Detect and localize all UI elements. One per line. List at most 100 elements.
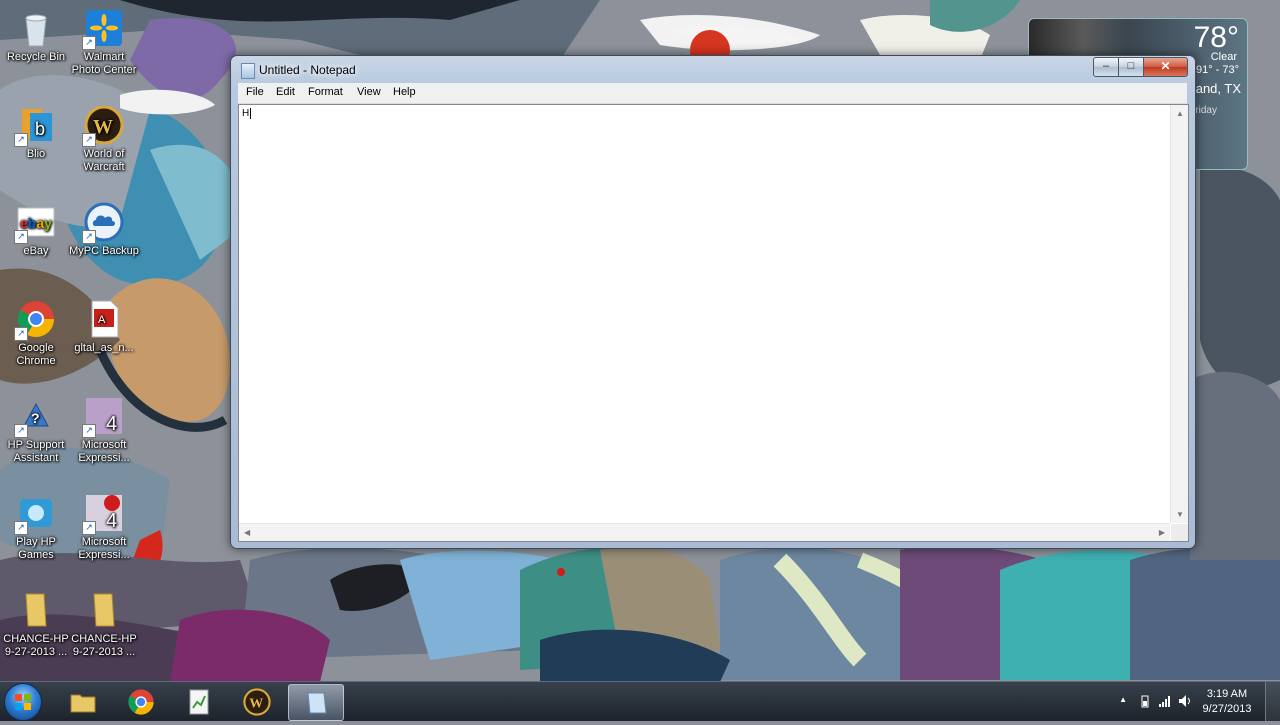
desktop-icon-google-chrome[interactable]: ↗ Google Chrome — [0, 295, 72, 368]
folder-icon — [16, 590, 56, 630]
desktop-icon-label: Recycle Bin — [6, 51, 66, 63]
scroll-left-arrow-icon[interactable]: ◀ — [244, 528, 250, 537]
desktop-icon-label: CHANCE-HP 9-27-2013 ... — [3, 633, 69, 658]
close-button[interactable]: ✕ — [1143, 57, 1188, 77]
scroll-up-arrow-icon[interactable]: ▲ — [1176, 109, 1184, 118]
menu-format[interactable]: Format — [308, 86, 343, 98]
window-title: Untitled - Notepad — [259, 63, 356, 77]
svg-text:b: b — [35, 119, 45, 139]
svg-text:W: W — [93, 116, 113, 138]
hp-games-icon: ↗ — [14, 493, 56, 535]
taskbar-chrome[interactable] — [114, 684, 168, 719]
desktop-icon-world-of-warcraft[interactable]: W ↗ World of Warcraft — [68, 101, 140, 174]
desktop-icon-walmart-photo-center[interactable]: ↗ Walmart Photo Center — [68, 4, 140, 77]
shortcut-arrow-icon: ↗ — [82, 424, 96, 438]
horizontal-scrollbar[interactable]: ◀ ▶ — [239, 523, 1170, 541]
notepad-icon — [307, 692, 327, 714]
desktop-icon-microsoft-expression-2[interactable]: 4 ↗ Microsoft Expressi... — [68, 489, 140, 562]
clock-time: 3:19 AM — [1206, 688, 1248, 700]
desktop-icon-label: Google Chrome — [16, 342, 56, 367]
weather-temperature: 78° — [1193, 21, 1239, 54]
tray-expand-icon[interactable]: ▲ — [1119, 695, 1127, 704]
taskbar-app[interactable] — [172, 684, 226, 719]
desktop-icon-label: CHANCE-HP 9-27-2013 ... — [71, 633, 137, 658]
desktop-icon-label: Walmart Photo Center — [71, 51, 137, 76]
volume-icon[interactable] — [1178, 694, 1192, 708]
system-clock[interactable]: 3:19 AM 9/27/2013 — [1197, 687, 1257, 717]
document-chart-icon — [189, 689, 209, 715]
desktop-icon-recycle-bin[interactable]: Recycle Bin — [0, 4, 72, 64]
shortcut-arrow-icon: ↗ — [82, 133, 96, 147]
shortcut-arrow-icon: ↗ — [82, 36, 96, 50]
shortcut-arrow-icon: ↗ — [82, 230, 96, 244]
weather-range: 91° - 73° — [1195, 64, 1239, 76]
shortcut-arrow-icon: ↗ — [14, 230, 28, 244]
folder-icon — [84, 590, 124, 630]
desktop-icon-hp-support-assistant[interactable]: ? ↗ HP Support Assistant — [0, 392, 72, 465]
chrome-icon: ↗ — [14, 299, 56, 341]
desktop-icon-blio[interactable]: b ↗ Blio — [0, 101, 72, 161]
show-desktop-button[interactable] — [1265, 682, 1280, 721]
windows-logo-icon — [15, 694, 31, 710]
svg-text:4: 4 — [106, 413, 117, 435]
notepad-icon — [241, 63, 255, 79]
desktop-icon-label: Blio — [26, 148, 46, 160]
text-editor[interactable]: H ▲ ▼ ◀ ▶ — [238, 104, 1189, 542]
desktop-icon-label: eBay — [23, 245, 49, 257]
recycle-bin-icon — [16, 8, 56, 48]
taskbar-explorer[interactable] — [56, 684, 110, 719]
world-of-warcraft-icon: W — [243, 688, 271, 716]
scroll-down-arrow-icon[interactable]: ▼ — [1176, 510, 1184, 519]
editor-content: H — [242, 108, 250, 119]
svg-text:ebay: ebay — [20, 215, 52, 231]
menu-file[interactable]: File — [246, 86, 264, 98]
svg-text:W: W — [249, 697, 263, 712]
shortcut-arrow-icon: ↗ — [14, 424, 28, 438]
desktop-icon-label: HP Support Assistant — [7, 439, 65, 464]
taskbar: W ▲ 3:19 AM 9/27/2013 — [0, 681, 1280, 721]
notepad-window[interactable]: Untitled - Notepad – □ ✕ File Edit Forma… — [230, 55, 1196, 549]
chrome-icon — [128, 689, 154, 715]
pdf-file-icon: A — [84, 299, 124, 339]
battery-icon[interactable] — [1138, 694, 1152, 708]
desktop-icon-mypc-backup[interactable]: ↗ MyPC Backup — [68, 198, 140, 258]
taskbar-notepad[interactable] — [288, 684, 344, 721]
desktop-icon-label: Microsoft Expressi... — [78, 439, 130, 464]
ebay-icon: ebay ↗ — [14, 202, 56, 244]
size-grip[interactable] — [1171, 524, 1188, 541]
shortcut-arrow-icon: ↗ — [82, 521, 96, 535]
menu-view[interactable]: View — [357, 86, 381, 98]
scroll-right-arrow-icon[interactable]: ▶ — [1159, 528, 1165, 537]
shortcut-arrow-icon: ↗ — [14, 521, 28, 535]
vertical-scrollbar[interactable]: ▲ ▼ — [1170, 105, 1188, 523]
menu-edit[interactable]: Edit — [276, 86, 295, 98]
world-of-warcraft-icon: W ↗ — [82, 105, 124, 147]
menu-bar: File Edit Format View Help — [238, 83, 1187, 104]
minimize-button[interactable]: – — [1093, 57, 1119, 77]
desktop-icon-label: gltal_as_n... — [74, 342, 134, 354]
folder-icon — [70, 694, 96, 713]
desktop-icon-label: World of Warcraft — [83, 148, 125, 173]
desktop-icon-label: Microsoft Expressi... — [78, 536, 130, 561]
desktop-icon-pdf-file[interactable]: A gltal_as_n... — [68, 295, 140, 355]
walmart-icon: ↗ — [82, 8, 124, 50]
text-caret — [250, 108, 251, 119]
maximize-button[interactable]: □ — [1118, 57, 1144, 77]
svg-text:4: 4 — [106, 510, 117, 532]
taskbar-world-of-warcraft[interactable]: W — [230, 684, 284, 719]
start-button[interactable] — [4, 683, 42, 721]
desktop-icon-folder-1[interactable]: CHANCE-HP 9-27-2013 ... — [0, 586, 72, 659]
clock-date: 9/27/2013 — [1202, 703, 1252, 715]
cloud-backup-icon: ↗ — [82, 202, 124, 244]
desktop-icon-play-hp-games[interactable]: ↗ Play HP Games — [0, 489, 72, 562]
shortcut-arrow-icon: ↗ — [14, 327, 28, 341]
desktop-icon-microsoft-expression-1[interactable]: 4 ↗ Microsoft Expressi... — [68, 392, 140, 465]
desktop-icon-folder-2[interactable]: CHANCE-HP 9-27-2013 ... — [68, 586, 140, 659]
microsoft-expression-encoder-icon: 4 ↗ — [82, 493, 124, 535]
network-signal-icon[interactable] — [1158, 694, 1172, 708]
weather-condition: Clear — [1210, 51, 1237, 63]
menu-help[interactable]: Help — [393, 86, 416, 98]
svg-text:A: A — [98, 314, 106, 326]
desktop-icon-ebay[interactable]: ebay ↗ eBay — [0, 198, 72, 258]
svg-text:?: ? — [31, 410, 40, 426]
